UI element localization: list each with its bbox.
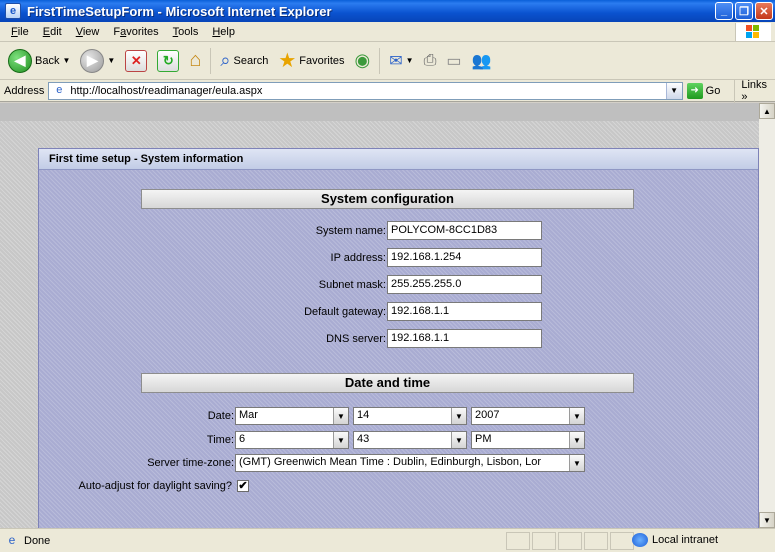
- vertical-scrollbar[interactable]: ▲ ▼: [759, 103, 775, 528]
- page-top-band: [0, 103, 759, 121]
- back-arrow-icon: ◀: [8, 48, 32, 73]
- panel-title: First time setup - System information: [39, 149, 758, 170]
- ie-icon: e: [5, 3, 21, 19]
- system-name-field[interactable]: POLYCOM-8CC1D83: [387, 221, 542, 240]
- page-viewport: First time setup - System information Sy…: [0, 103, 759, 528]
- refresh-button[interactable]: ↻: [153, 48, 183, 74]
- mail-button[interactable]: ✉ ▼: [385, 49, 417, 73]
- chevron-down-icon: ▼: [62, 56, 71, 65]
- favorites-button[interactable]: ★ Favorites: [274, 46, 348, 75]
- stop-button[interactable]: ✕: [121, 48, 151, 74]
- menu-edit[interactable]: Edit: [36, 26, 69, 38]
- refresh-icon: ↻: [157, 49, 180, 72]
- subnet-mask-label: Subnet mask:: [318, 279, 386, 291]
- home-icon: ⌂: [189, 49, 202, 71]
- menu-tools[interactable]: Tools: [166, 26, 206, 38]
- printer-icon: ⎙: [423, 51, 437, 69]
- toolbar-separator: [210, 47, 212, 74]
- forward-arrow-icon: ▶: [80, 48, 105, 73]
- ip-address-field[interactable]: 192.168.1.254: [387, 248, 542, 267]
- go-arrow-icon: ➜: [686, 82, 703, 99]
- server-time-zone-label: Server time-zone:: [147, 457, 234, 469]
- menu-favorites[interactable]: Favorites: [106, 26, 165, 38]
- close-button[interactable]: ✕: [755, 2, 773, 20]
- date-label: Date:: [207, 410, 234, 422]
- ip-address-label: IP address:: [330, 252, 386, 264]
- minimize-button[interactable]: _: [715, 2, 733, 20]
- chevron-down-icon: ▼: [333, 408, 348, 424]
- media-icon: ◉: [354, 50, 371, 70]
- default-gateway-field[interactable]: 192.168.1.1: [387, 302, 542, 321]
- menu-help[interactable]: Help: [205, 26, 242, 38]
- forward-button[interactable]: ▶ ▼: [76, 47, 119, 75]
- dns-server-label: DNS server:: [326, 333, 386, 345]
- search-button[interactable]: ⌕ Search: [216, 48, 272, 73]
- time-ampm-select[interactable]: PM ▼: [471, 431, 585, 449]
- toolbar-separator: [379, 47, 381, 74]
- address-dropdown-button[interactable]: ▼: [665, 82, 682, 99]
- stop-icon: ✕: [125, 49, 148, 72]
- intranet-globe-icon: [632, 533, 648, 547]
- go-button[interactable]: ➜ Go: [686, 82, 720, 99]
- chevron-down-icon: ▼: [333, 432, 348, 448]
- address-bar: Address e http://localhost/readimanager/…: [0, 78, 775, 103]
- chevron-down-icon: ▼: [451, 432, 466, 448]
- date-month-select[interactable]: Mar ▼: [235, 407, 349, 425]
- subnet-mask-field[interactable]: 255.255.255.0: [387, 275, 542, 294]
- date-year-select[interactable]: 2007 ▼: [471, 407, 585, 425]
- scroll-down-button[interactable]: ▼: [759, 512, 775, 528]
- default-gateway-label: Default gateway:: [304, 306, 386, 318]
- date-day-select[interactable]: 14 ▼: [353, 407, 467, 425]
- time-hour-select[interactable]: 6 ▼: [235, 431, 349, 449]
- messenger-button[interactable]: 👥: [468, 49, 496, 73]
- page-done-icon: e: [8, 532, 16, 547]
- dst-checkbox[interactable]: ✔: [237, 480, 249, 492]
- chevron-down-icon: ▼: [569, 408, 584, 424]
- time-label: Time:: [206, 434, 234, 446]
- search-icon: ⌕: [220, 50, 231, 70]
- chevron-down-icon: ▼: [107, 56, 116, 65]
- print-button[interactable]: ⎙: [420, 50, 441, 72]
- star-icon: ★: [278, 50, 297, 72]
- mail-icon: ✉: [389, 52, 403, 70]
- dst-label: Auto-adjust for daylight saving?: [78, 480, 232, 492]
- address-label: Address: [4, 84, 45, 97]
- status-bar: e Done Local intranet: [0, 528, 775, 552]
- page-icon: e: [56, 83, 63, 96]
- scroll-up-button[interactable]: ▲: [759, 103, 775, 119]
- messenger-icon: 👥: [471, 52, 492, 70]
- edit-page-icon: ▭: [446, 52, 462, 70]
- address-input[interactable]: e http://localhost/readimanager/eula.asp…: [48, 81, 683, 100]
- dns-server-field[interactable]: 192.168.1.1: [387, 329, 542, 348]
- menu-view[interactable]: View: [69, 26, 107, 38]
- time-minute-select[interactable]: 43 ▼: [353, 431, 467, 449]
- window-title: FirstTimeSetupForm - Microsoft Internet …: [27, 3, 332, 19]
- restore-button[interactable]: ❐: [735, 2, 753, 20]
- back-button[interactable]: ◀ Back ▼: [4, 47, 74, 75]
- chevron-down-icon: ▼: [451, 408, 466, 424]
- system-configuration-heading: System configuration: [141, 189, 634, 209]
- status-panes: [506, 532, 634, 550]
- home-button[interactable]: ⌂: [185, 47, 205, 74]
- standard-toolbar: ◀ Back ▼ ▶ ▼ ✕ ↻ ⌂ ⌕ Search ★ Favorites …: [0, 42, 775, 80]
- links-button[interactable]: Links »: [734, 78, 775, 103]
- menu-bar: File Edit View Favorites Tools Help: [0, 22, 775, 42]
- system-name-label: System name:: [315, 225, 386, 237]
- media-button[interactable]: ◉: [351, 48, 375, 73]
- server-time-zone-select[interactable]: (GMT) Greenwich Mean Time : Dublin, Edin…: [235, 454, 585, 472]
- date-and-time-heading: Date and time: [141, 373, 634, 393]
- address-url[interactable]: http://localhost/readimanager/eula.aspx: [70, 85, 262, 97]
- chevron-down-icon: ▼: [569, 455, 584, 471]
- chevron-down-icon: ▼: [569, 432, 584, 448]
- security-zone: Local intranet: [632, 533, 718, 547]
- setup-panel: First time setup - System information Sy…: [38, 148, 759, 528]
- windows-logo-icon: [735, 23, 771, 41]
- menu-file[interactable]: File: [4, 26, 36, 38]
- edit-button[interactable]: ▭: [442, 49, 465, 73]
- title-bar: e FirstTimeSetupForm - Microsoft Interne…: [0, 0, 775, 22]
- status-text: Done: [24, 534, 51, 547]
- chevron-down-icon: ▼: [405, 56, 414, 65]
